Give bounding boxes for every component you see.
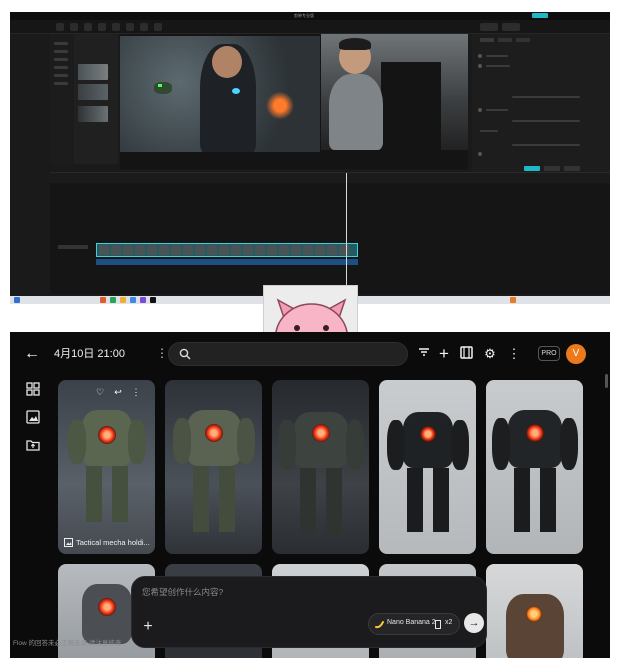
image-icon <box>64 537 73 547</box>
nav-item[interactable] <box>54 74 68 77</box>
media-thumbnail[interactable] <box>78 64 108 80</box>
draft-params-tab[interactable] <box>480 23 498 31</box>
avatar[interactable]: V <box>566 344 586 364</box>
generated-image-card[interactable]: ♡ ↩ ⋮ Tactical mecha holdi... <box>58 380 155 554</box>
portrait-ratio-icon <box>435 620 441 629</box>
text-tool-icon[interactable] <box>84 23 92 31</box>
heart-icon[interactable]: ♡ <box>94 386 106 398</box>
grid-icon[interactable] <box>26 382 40 396</box>
slider-track[interactable] <box>512 120 580 122</box>
more-icon[interactable]: ⋮ <box>506 346 522 362</box>
properties-panel <box>472 34 610 174</box>
screenshot-collage: 剪映专业版 ← 4月10日 21:00 ⋮ + ⚙ ⋮ PRO V ♡ ↩ ⋮ … <box>0 0 621 664</box>
toggle-icon[interactable] <box>478 54 482 58</box>
editor-media-nav <box>50 34 74 164</box>
nav-item[interactable] <box>54 58 68 61</box>
sticker-tool-icon[interactable] <box>98 23 106 31</box>
filter-icon[interactable] <box>416 346 432 362</box>
adjust-tool-icon[interactable] <box>154 23 162 31</box>
disclaimer-text: Flow 的回答未必正确无误,请注意核查 <box>13 640 122 647</box>
image-icon[interactable] <box>26 410 40 424</box>
generated-image-card[interactable] <box>486 564 583 658</box>
export-button[interactable] <box>532 13 548 18</box>
toggle-icon[interactable] <box>478 64 482 68</box>
flow-app-window: ← 4月10日 21:00 ⋮ + ⚙ ⋮ PRO V ♡ ↩ ⋮ Tactic… <box>10 332 610 658</box>
start-icon[interactable] <box>14 297 20 303</box>
search-bar[interactable] <box>168 342 408 366</box>
tray-icon[interactable] <box>510 297 516 303</box>
preview-frame-a <box>120 36 320 152</box>
media-tool-icon[interactable] <box>56 23 64 31</box>
media-thumbnail[interactable] <box>78 106 108 122</box>
settings-icon[interactable]: ⚙ <box>482 346 498 362</box>
editor-app-title: 剪映专业版 <box>294 13 314 18</box>
scrollbar[interactable] <box>605 374 608 388</box>
film-icon[interactable] <box>458 346 474 362</box>
tab-basic[interactable] <box>480 38 494 42</box>
project-more-icon[interactable]: ⋮ <box>156 346 168 360</box>
editor-titlebar: 剪映专业版 <box>10 12 610 20</box>
prompt-input[interactable] <box>142 585 442 599</box>
taskbar-app-icon[interactable] <box>130 297 136 303</box>
filter-tool-icon[interactable] <box>140 23 148 31</box>
preview-frame-b <box>321 34 468 150</box>
taskbar-app-icon[interactable] <box>120 297 126 303</box>
taskbar-app-icon[interactable] <box>140 297 146 303</box>
search-input[interactable] <box>197 345 397 363</box>
add-attachment-icon[interactable]: + <box>140 619 156 635</box>
video-preview: ▶ <box>120 34 483 182</box>
nav-item[interactable] <box>54 66 68 69</box>
tab-mask[interactable] <box>498 38 512 42</box>
card-caption-text: Tactical mecha holdi... <box>76 537 150 547</box>
prompt-composer: + Nano Banana 2 x2 → <box>131 576 487 648</box>
transition-tool-icon[interactable] <box>126 23 134 31</box>
add-icon[interactable]: + <box>436 345 452 362</box>
keyframe-button[interactable] <box>564 166 580 171</box>
nav-item[interactable] <box>54 42 68 45</box>
playhead[interactable] <box>346 173 347 295</box>
timeline <box>50 172 610 295</box>
folder-upload-icon[interactable] <box>26 438 40 452</box>
slider-track[interactable] <box>512 144 580 146</box>
tab-animation[interactable] <box>516 38 530 42</box>
card-actions: ♡ ↩ ⋮ <box>94 386 142 398</box>
audio-tool-icon[interactable] <box>70 23 78 31</box>
nav-item[interactable] <box>54 50 68 53</box>
track-header <box>58 245 88 249</box>
slider-track[interactable] <box>512 96 580 98</box>
reuse-prompt-icon[interactable]: ↩ <box>112 386 124 398</box>
timeline-ruler[interactable] <box>50 173 610 183</box>
generated-image-card[interactable] <box>486 380 583 554</box>
video-clip-track[interactable] <box>96 243 358 257</box>
nav-item[interactable] <box>54 82 68 85</box>
video-tab[interactable] <box>502 23 520 31</box>
taskbar-app-icon[interactable] <box>150 297 156 303</box>
search-icon <box>179 348 191 360</box>
project-title: 4月10日 21:00 <box>54 348 125 360</box>
media-thumbnail[interactable] <box>78 84 108 100</box>
toggle-icon[interactable] <box>478 152 482 156</box>
model-selector[interactable]: Nano Banana 2 x2 <box>368 613 460 635</box>
taskbar-app-icon[interactable] <box>110 297 116 303</box>
card-caption: Tactical mecha holdi... <box>64 536 150 548</box>
card-more-icon[interactable]: ⋮ <box>130 386 142 398</box>
generated-image-card[interactable] <box>165 380 262 554</box>
pro-badge: PRO <box>538 346 560 361</box>
send-button[interactable]: → <box>464 613 484 633</box>
reset-button[interactable] <box>544 166 560 171</box>
video-editor-window: 剪映专业版 <box>10 12 610 304</box>
apply-button[interactable] <box>524 166 540 171</box>
back-arrow-icon[interactable]: ← <box>24 346 40 362</box>
media-library <box>74 34 118 164</box>
banana-icon <box>375 621 384 629</box>
output-count: x2 <box>445 619 453 626</box>
effects-tool-icon[interactable] <box>112 23 120 31</box>
model-name: Nano Banana 2 <box>387 619 436 626</box>
audio-track[interactable] <box>96 259 358 265</box>
toggle-icon[interactable] <box>478 108 482 112</box>
generated-image-card[interactable] <box>272 380 369 554</box>
taskbar-app-icon[interactable] <box>100 297 106 303</box>
generated-image-card[interactable] <box>379 380 476 554</box>
editor-toolbar <box>10 20 610 34</box>
